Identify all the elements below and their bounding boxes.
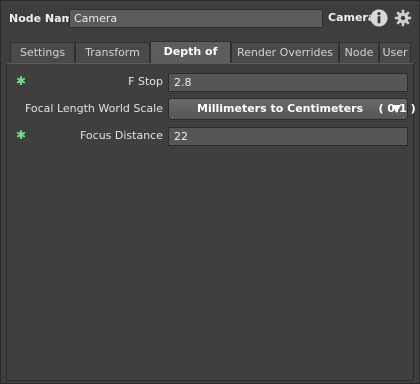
- info-icon[interactable]: [370, 9, 388, 27]
- f-stop-field[interactable]: 2.8: [168, 73, 408, 92]
- node-name-input[interactable]: [69, 9, 323, 28]
- node-type-label: Camera: [328, 11, 376, 24]
- property-row-focal-length-world-scale: Focal Length World Scale Millimeters to …: [7, 98, 416, 120]
- focal-length-world-scale-label: Focal Length World Scale: [24, 102, 163, 115]
- node-header: Node Name Camera: [1, 1, 419, 37]
- f-stop-label: F Stop: [128, 75, 163, 88]
- tab-settings[interactable]: Settings: [10, 42, 75, 63]
- tab-user[interactable]: User: [379, 42, 411, 63]
- tab-node[interactable]: Node: [339, 42, 379, 63]
- keyframe-marker-icon[interactable]: ✱: [16, 74, 26, 88]
- tab-render-overrides[interactable]: Render Overrides: [231, 42, 339, 63]
- focus-distance-field[interactable]: 22: [168, 127, 408, 146]
- depth-of-field-panel: ✱ F Stop 2.8 Focal Length World Scale Mi…: [6, 63, 416, 381]
- focal-length-world-scale-dropdown[interactable]: Millimeters to Centimeters ( 0.1 ): [168, 98, 416, 120]
- property-row-focus-distance: ✱ Focus Distance 22: [7, 126, 413, 146]
- gear-icon[interactable]: [394, 9, 412, 27]
- tab-bar: Settings Transform Depth of Field Render…: [10, 41, 411, 78]
- keyframe-marker-icon[interactable]: ✱: [16, 128, 26, 142]
- focus-distance-label: Focus Distance: [79, 129, 163, 142]
- tab-depth-of-field[interactable]: Depth of Field: [150, 41, 231, 78]
- chevron-down-icon: [392, 105, 401, 113]
- dropdown-selected-value: Millimeters to Centimeters ( 0.1 ): [197, 102, 416, 115]
- property-row-f-stop: ✱ F Stop 2.8: [7, 72, 413, 92]
- tab-transform[interactable]: Transform: [75, 42, 150, 63]
- node-editor-window: Node Name Camera Settings Trans: [0, 0, 420, 384]
